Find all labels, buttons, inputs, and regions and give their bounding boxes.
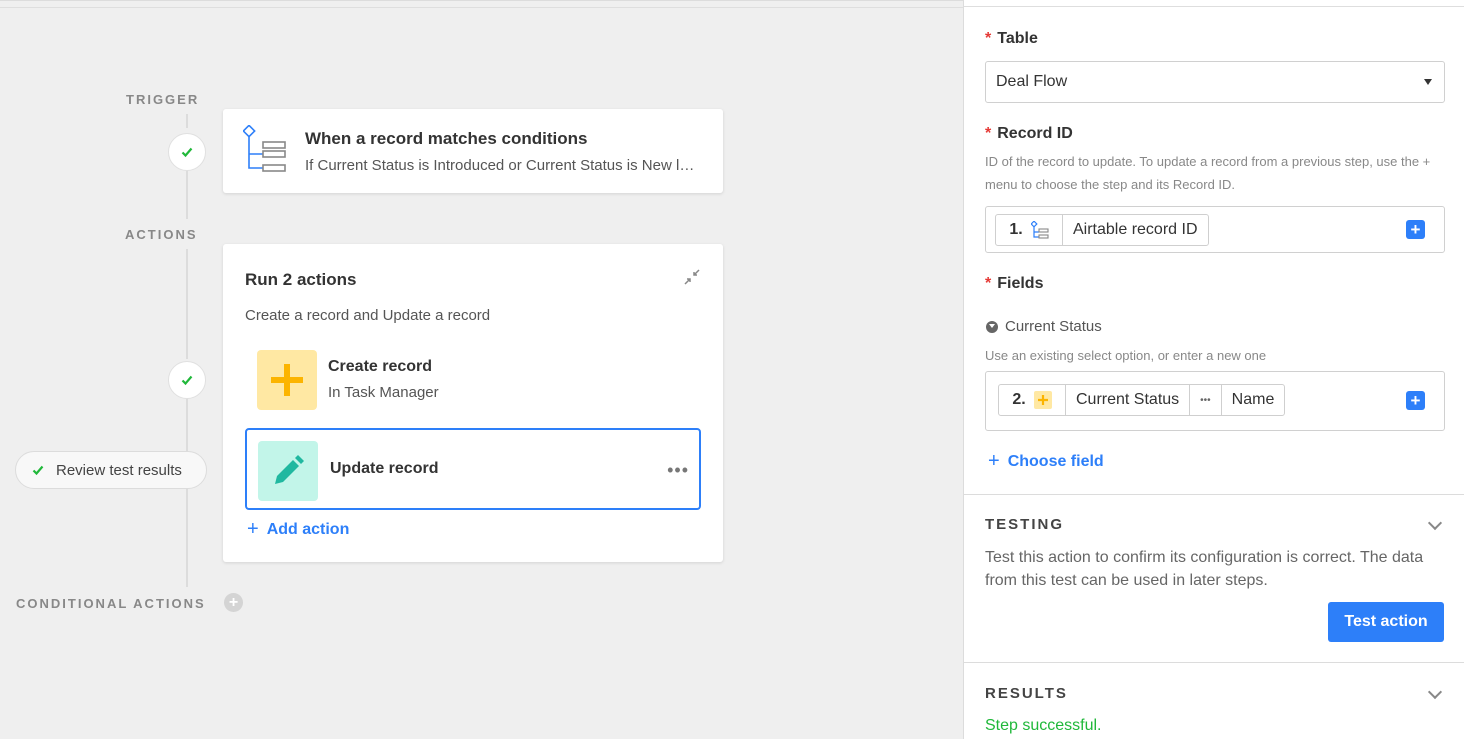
check-icon [32, 465, 44, 476]
current-status-token[interactable]: 2. Current Status ••• Name [998, 384, 1286, 416]
connector-line [186, 489, 188, 587]
update-record-action[interactable]: Update record ••• [245, 428, 701, 510]
trigger-status-check [168, 133, 206, 171]
table-select[interactable]: Deal Flow [985, 61, 1445, 103]
results-heading: RESULTS [985, 685, 1068, 702]
results-status: Step successful. [985, 717, 1102, 734]
testing-heading: TESTING [985, 516, 1065, 533]
choose-field-button[interactable]: + Choose field [988, 450, 1104, 473]
record-id-help: ID of the record to update. To update a … [985, 154, 1431, 192]
add-token-button[interactable]: + [1406, 220, 1425, 239]
create-record-thumb [257, 350, 317, 410]
trigger-title: When a record matches conditions [305, 129, 588, 148]
plus-icon [271, 364, 303, 396]
required-marker: * [985, 125, 992, 142]
conditions-tree-icon [243, 125, 286, 172]
connector-line [186, 171, 188, 219]
current-status-input[interactable]: 2. Current Status ••• Name + [985, 371, 1445, 431]
conditional-actions-label: CONDITIONAL ACTIONS [16, 596, 206, 611]
token-value: Airtable record ID [1073, 221, 1198, 238]
actions-card: Run 2 actions Create a record and Update… [223, 244, 723, 562]
create-record-title: Create record [328, 358, 433, 375]
token-step: 1. [996, 215, 1063, 245]
trigger-section-label: TRIGGER [126, 92, 200, 107]
check-icon [181, 375, 193, 386]
section-divider [964, 662, 1464, 663]
more-options-icon[interactable]: ••• [667, 460, 689, 481]
actions-section-label: ACTIONS [125, 227, 198, 242]
update-record-title: Update record [330, 460, 439, 477]
connector-line [186, 114, 188, 128]
choose-field-label: Choose field [1007, 452, 1104, 470]
review-test-results-label: Review test results [56, 461, 182, 479]
fields-label: * Fields [985, 275, 1044, 292]
record-id-label: * Record ID [985, 125, 1073, 142]
pencil-icon [275, 455, 304, 484]
collapse-icon[interactable] [683, 268, 701, 286]
plus-icon [1033, 391, 1052, 409]
update-record-thumb [258, 441, 318, 501]
token-field: Current Status [1066, 385, 1191, 415]
required-marker: * [985, 275, 992, 292]
chevron-down-icon[interactable] [1427, 515, 1443, 531]
connector-line [186, 249, 188, 359]
caret-down-icon [1424, 79, 1432, 85]
add-action-label: Add action [266, 520, 350, 538]
add-action-button[interactable]: + Add action [247, 518, 349, 541]
create-record-action[interactable]: Create record In Task Manager [245, 346, 701, 428]
record-id-input[interactable]: 1. Airtable record ID + [985, 206, 1445, 253]
token-step: 2. [999, 385, 1066, 415]
workflow-canvas: TRIGGER ACTIONS CONDITIONAL ACTIONS When… [0, 0, 963, 739]
connector-line [186, 399, 188, 453]
select-field-icon [986, 320, 998, 333]
canvas-divider [0, 7, 963, 8]
section-divider [964, 494, 1464, 495]
trigger-card[interactable]: When a record matches conditions If Curr… [223, 109, 723, 193]
conditions-tree-icon [1030, 221, 1049, 239]
panel-divider [964, 6, 1464, 7]
review-test-results-button[interactable]: Review test results [15, 451, 207, 489]
create-record-subtitle: In Task Manager [328, 384, 439, 401]
test-action-button[interactable]: Test action [1328, 602, 1444, 642]
required-marker: * [985, 30, 992, 47]
actions-title: Run 2 actions [245, 270, 357, 289]
table-select-value: Deal Flow [996, 73, 1068, 90]
token-separator: ••• [1190, 385, 1222, 415]
current-status-help: Use an existing select option, or enter … [985, 348, 1267, 363]
plus-icon: + [247, 518, 259, 540]
add-token-button[interactable]: + [1406, 391, 1425, 410]
record-id-token[interactable]: 1. Airtable record ID [995, 214, 1209, 246]
token-value: Name [1231, 391, 1275, 408]
plus-icon: + [988, 450, 1000, 472]
current-status-field-label[interactable]: Current Status [986, 318, 1102, 335]
table-label: * Table [985, 30, 1038, 47]
testing-description: Test this action to confirm its configur… [985, 549, 1424, 589]
actions-status-check [168, 361, 206, 399]
chevron-down-icon[interactable] [1427, 684, 1443, 700]
config-panel: * Table Deal Flow * Record ID ID of the re… [963, 0, 1464, 739]
trigger-conditions: If Current Status is Introduced or Curre… [305, 157, 700, 174]
add-conditional-action-icon[interactable]: + [224, 593, 243, 612]
check-icon [181, 147, 193, 158]
actions-subtitle: Create a record and Update a record [245, 307, 491, 324]
